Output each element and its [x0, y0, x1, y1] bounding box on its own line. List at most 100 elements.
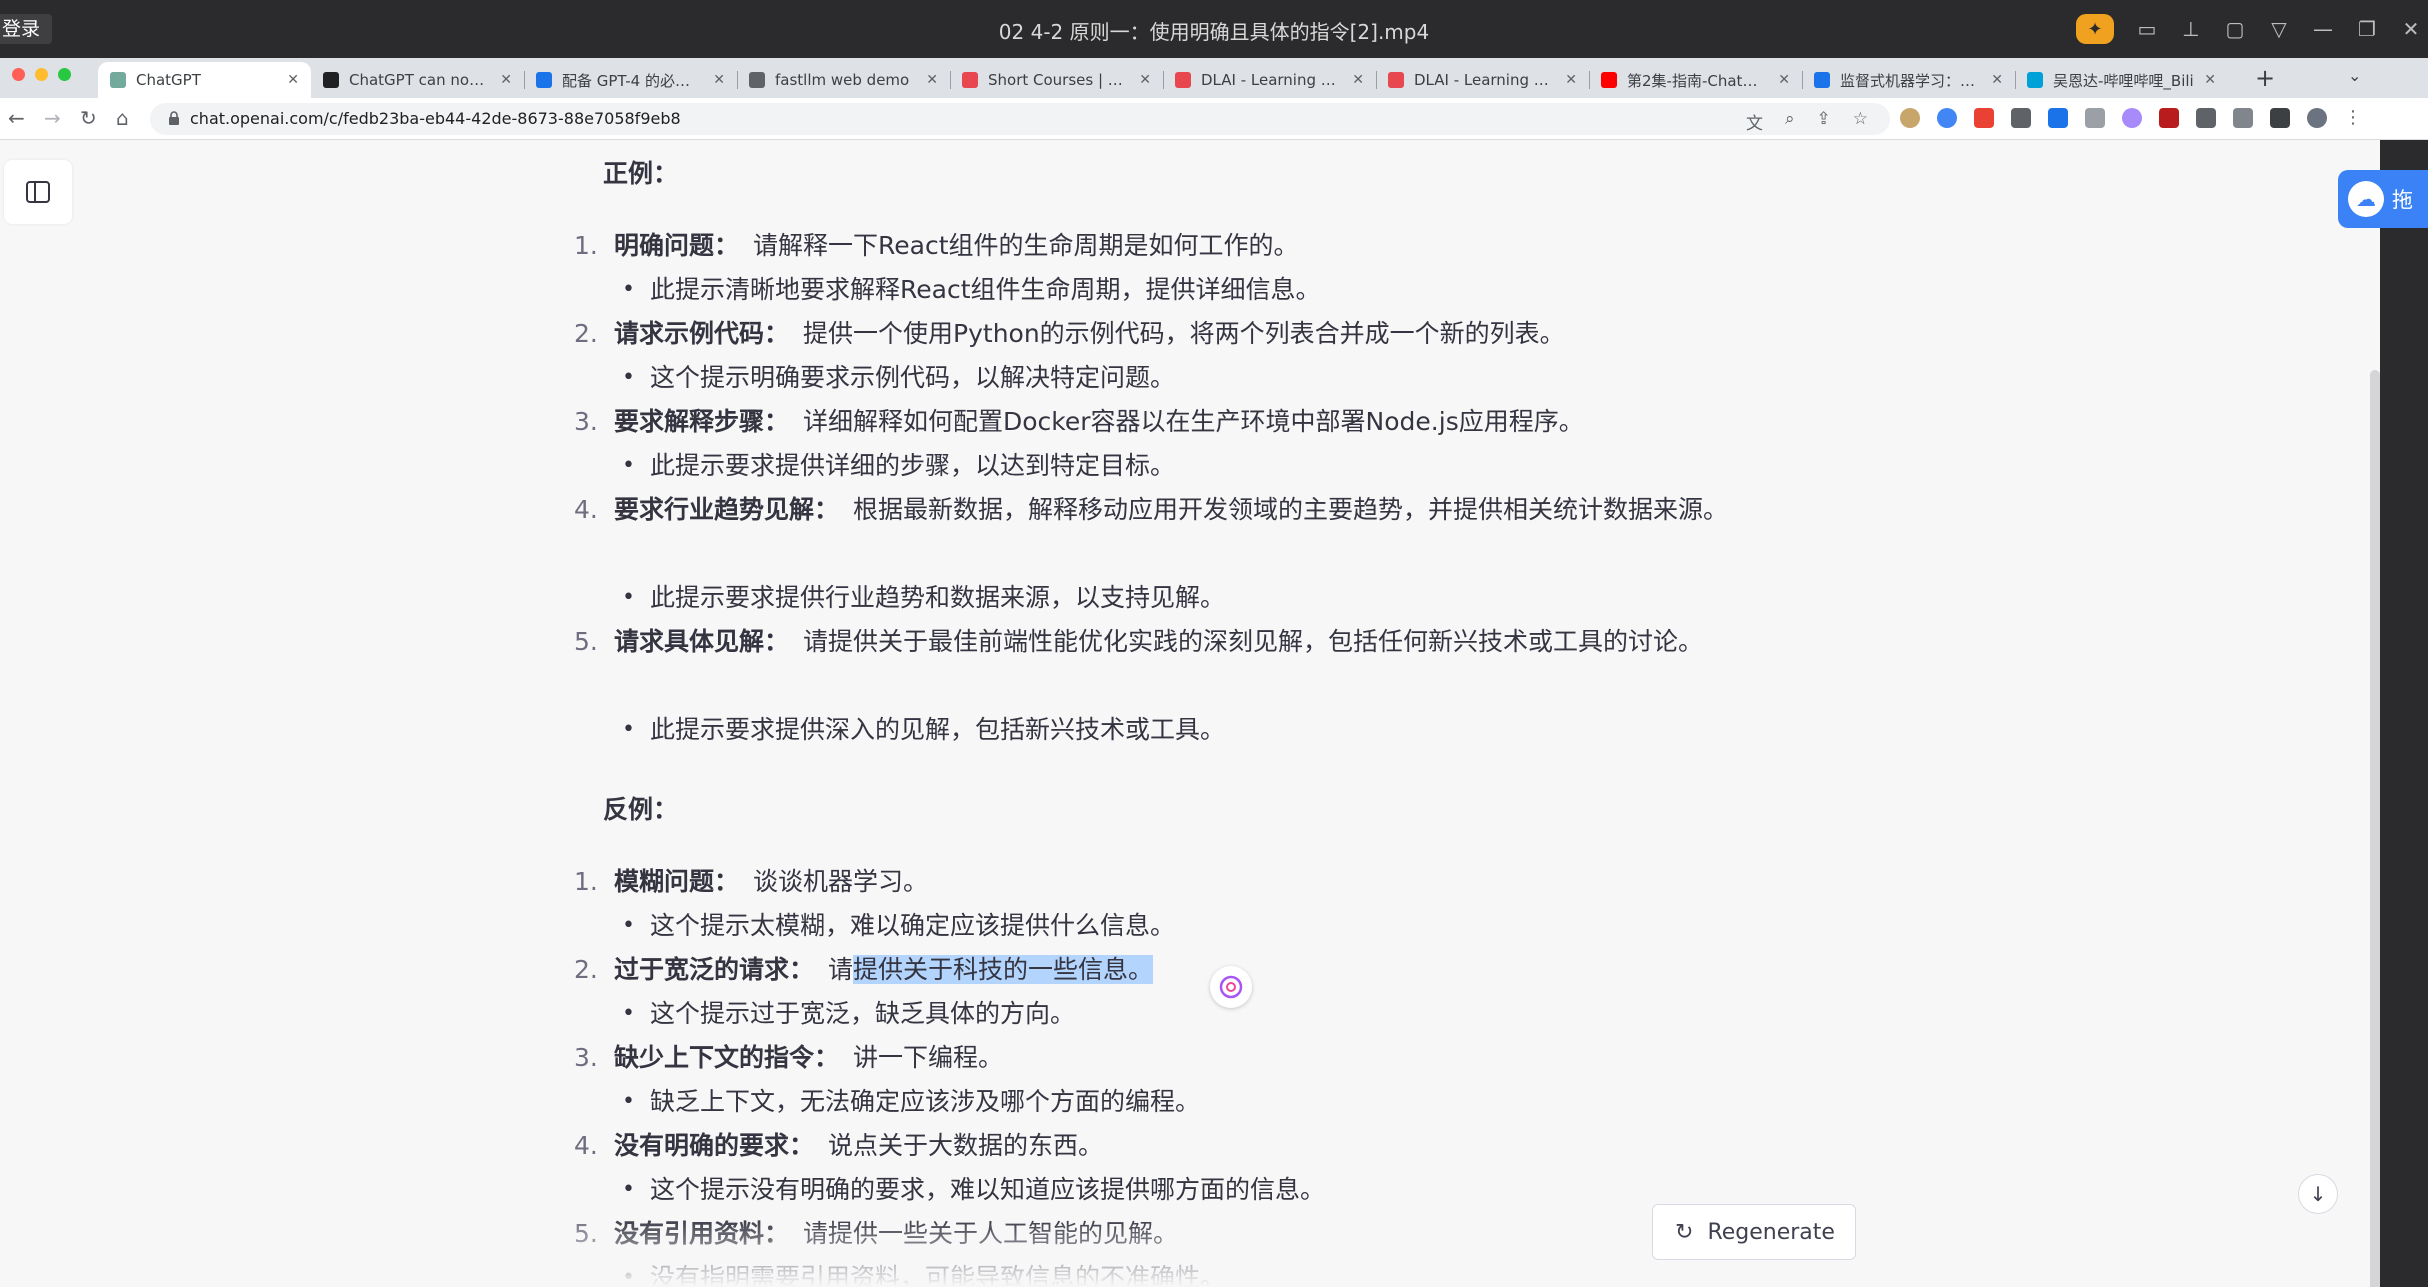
tab-favicon-icon [2027, 72, 2043, 88]
pin-icon[interactable]: ⊥ [2180, 17, 2202, 41]
browser-tab[interactable]: ChatGPT can now se ✕ [311, 62, 524, 98]
list-number: 2. [574, 955, 598, 984]
window-controls [12, 68, 71, 81]
cloud-icon: ☁ [2348, 181, 2384, 217]
browser-toolbar: ← → ↻ ⌂ chat.openai.com/c/fedb23ba-eb44-… [0, 98, 2428, 140]
minimize-icon[interactable]: — [2312, 17, 2334, 41]
list-item-body: 谈谈机器学习。 [753, 867, 929, 896]
puzzle-icon[interactable] [2196, 107, 2216, 128]
tab-close-icon[interactable]: ✕ [1139, 72, 1151, 88]
close-window-icon[interactable] [12, 68, 25, 81]
browser-tab[interactable]: Short Courses | Lea ✕ [950, 62, 1163, 98]
selected-text[interactable]: 提供关于科技的一些信息。 [853, 955, 1154, 984]
bullet-note: 此提示要求提供详细的步骤，以达到特定目标。 [622, 444, 1175, 488]
extension-icon[interactable] [2011, 107, 2031, 128]
lock-icon [169, 111, 179, 125]
kebab-menu-icon[interactable]: ⋮ [2344, 107, 2362, 128]
openai-logo-icon[interactable] [1210, 966, 1252, 1008]
list-item-text: 请求具体见解： 请提供关于最佳前端性能优化实践的深刻见解，包括任何新兴技术或工具的… [614, 620, 1740, 664]
bullet-text: 这个提示太模糊，难以确定应该提供什么信息。 [650, 911, 1176, 940]
list-item-body: 请解释一下React组件的生命周期是如何工作的。 [753, 231, 1299, 260]
list-number: 1. [574, 867, 598, 896]
tab-search-icon[interactable]: ⌄ [2348, 66, 2361, 85]
tab-close-icon[interactable]: ✕ [287, 72, 299, 88]
zoom-icon[interactable]: ⌕ [1785, 109, 1795, 134]
profile-avatar[interactable] [2307, 107, 2327, 128]
list-number: 4. [574, 1131, 598, 1160]
extension-icon[interactable] [1900, 107, 1920, 128]
browser-tab[interactable]: DLAI - Learning Platf ✕ [1163, 62, 1376, 98]
tab-favicon-icon [962, 72, 978, 88]
browser-tab[interactable]: DLAI - Learning Platf ✕ [1376, 62, 1589, 98]
browser-tab[interactable]: 监督式机器学习：回归 ✕ [1802, 62, 2015, 98]
close-icon[interactable]: ✕ [2400, 17, 2422, 41]
translate-icon[interactable]: ⽂ [1746, 109, 1763, 134]
share-icon[interactable]: ⇪ [1817, 109, 1831, 134]
tab-favicon-icon [323, 72, 339, 88]
regenerate-button[interactable]: ↻ Regenerate [1652, 1204, 1856, 1260]
extension-icon[interactable] [2122, 107, 2142, 128]
list-item-body: 请 [828, 955, 854, 984]
extension-icon[interactable] [2048, 107, 2068, 128]
forward-icon[interactable]: → [44, 106, 61, 130]
zoom-window-icon[interactable] [58, 68, 71, 81]
back-icon[interactable]: ← [8, 106, 25, 130]
bullet-note: 这个提示太模糊，难以确定应该提供什么信息。 [622, 904, 1176, 948]
minimize-window-icon[interactable] [35, 68, 48, 81]
folder-icon[interactable]: ▢ [2224, 17, 2246, 41]
list-item-title: 模糊问题： [614, 867, 740, 896]
tab-favicon-icon [749, 72, 765, 88]
tab-label: DLAI - Learning Platf [1201, 71, 1343, 89]
tab-close-icon[interactable]: ✕ [1352, 72, 1364, 88]
address-bar[interactable]: chat.openai.com/c/fedb23ba-eb44-42de-867… [150, 103, 1890, 135]
tab-favicon-icon [1175, 72, 1191, 88]
extension-icon[interactable] [1974, 107, 1994, 128]
google-extension-icon[interactable] [1937, 107, 1957, 128]
refresh-icon: ↻ [1675, 1219, 1694, 1245]
reading-list-icon[interactable] [2233, 107, 2253, 128]
list-item-text: 明确问题： 请解释一下React组件的生命周期是如何工作的。 [614, 224, 1740, 268]
bullet-note: 此提示要求提供行业趋势和数据来源，以支持见解。 [622, 576, 1225, 620]
scrollbar[interactable] [2370, 370, 2380, 1287]
tab-close-icon[interactable]: ✕ [1565, 72, 1577, 88]
list-item-title: 请求具体见解： [614, 627, 790, 656]
baidu-netdisk-float[interactable]: ☁ 拖 [2338, 170, 2428, 228]
restore-icon[interactable]: ❐ [2356, 17, 2378, 41]
list-item: 2. 过于宽泛的请求： 请提供关于科技的一些信息。 [560, 948, 1740, 992]
tab-close-icon[interactable]: ✕ [2204, 72, 2216, 88]
tab-close-icon[interactable]: ✕ [1991, 72, 2003, 88]
list-item: 3. 缺少上下文的指令： 讲一下编程。 [560, 1036, 1740, 1080]
extension-icon[interactable] [2085, 107, 2105, 128]
home-icon[interactable]: ⌂ [116, 106, 129, 130]
tab-close-icon[interactable]: ✕ [1778, 72, 1790, 88]
browser-tab[interactable]: 第2集-指南-ChatGPT ✕ [1589, 62, 1802, 98]
list-item-text: 过于宽泛的请求： 请提供关于科技的一些信息。 [614, 948, 1740, 992]
list-item-text: 模糊问题： 谈谈机器学习。 [614, 860, 1740, 904]
new-tab-icon[interactable]: + [2255, 64, 2275, 92]
list-item-text: 要求行业趋势见解： 根据最新数据，解释移动应用开发领域的主要趋势，并提供相关统计数… [614, 488, 1740, 532]
collapse-icon[interactable]: ▽ [2268, 17, 2290, 41]
game-icon[interactable]: ✦ [2076, 14, 2114, 44]
tab-label: 第2集-指南-ChatGPT [1627, 71, 1769, 90]
bookmark-star-icon[interactable]: ☆ [1853, 109, 1868, 134]
sidebar-toggle-button[interactable] [4, 160, 72, 224]
list-number: 4. [574, 495, 598, 524]
list-item-title: 缺少上下文的指令： [614, 1043, 840, 1072]
tab-close-icon[interactable]: ✕ [500, 72, 512, 88]
reload-icon[interactable]: ↻ [80, 106, 97, 130]
extension-icon[interactable] [2159, 107, 2179, 128]
browser-tab[interactable]: 吴恩达-哔哩哔哩_Bili ✕ [2015, 62, 2228, 98]
scroll-to-bottom-button[interactable]: ↓ [2298, 1174, 2338, 1214]
tab-favicon-icon [110, 72, 126, 88]
side-panel-icon[interactable] [2270, 107, 2290, 128]
tab-close-icon[interactable]: ✕ [713, 72, 725, 88]
browser-tab[interactable]: 配备 GPT-4 的必应聊 ✕ [524, 62, 737, 98]
browser-tab[interactable]: fastllm web demo ✕ [737, 62, 950, 98]
list-item-body: 详细解释如何配置Docker容器以在生产环境中部署Node.js应用程序。 [803, 407, 1584, 436]
tab-close-icon[interactable]: ✕ [926, 72, 938, 88]
browser-tab[interactable]: ChatGPT ✕ [98, 62, 311, 98]
tab-label: ChatGPT can now se [349, 71, 491, 89]
bad-examples-title: 反例： [603, 795, 679, 824]
bullet-note: 此提示要求提供深入的见解，包括新兴技术或工具。 [622, 708, 1225, 752]
subtitle-icon[interactable]: ▭ [2136, 17, 2158, 41]
